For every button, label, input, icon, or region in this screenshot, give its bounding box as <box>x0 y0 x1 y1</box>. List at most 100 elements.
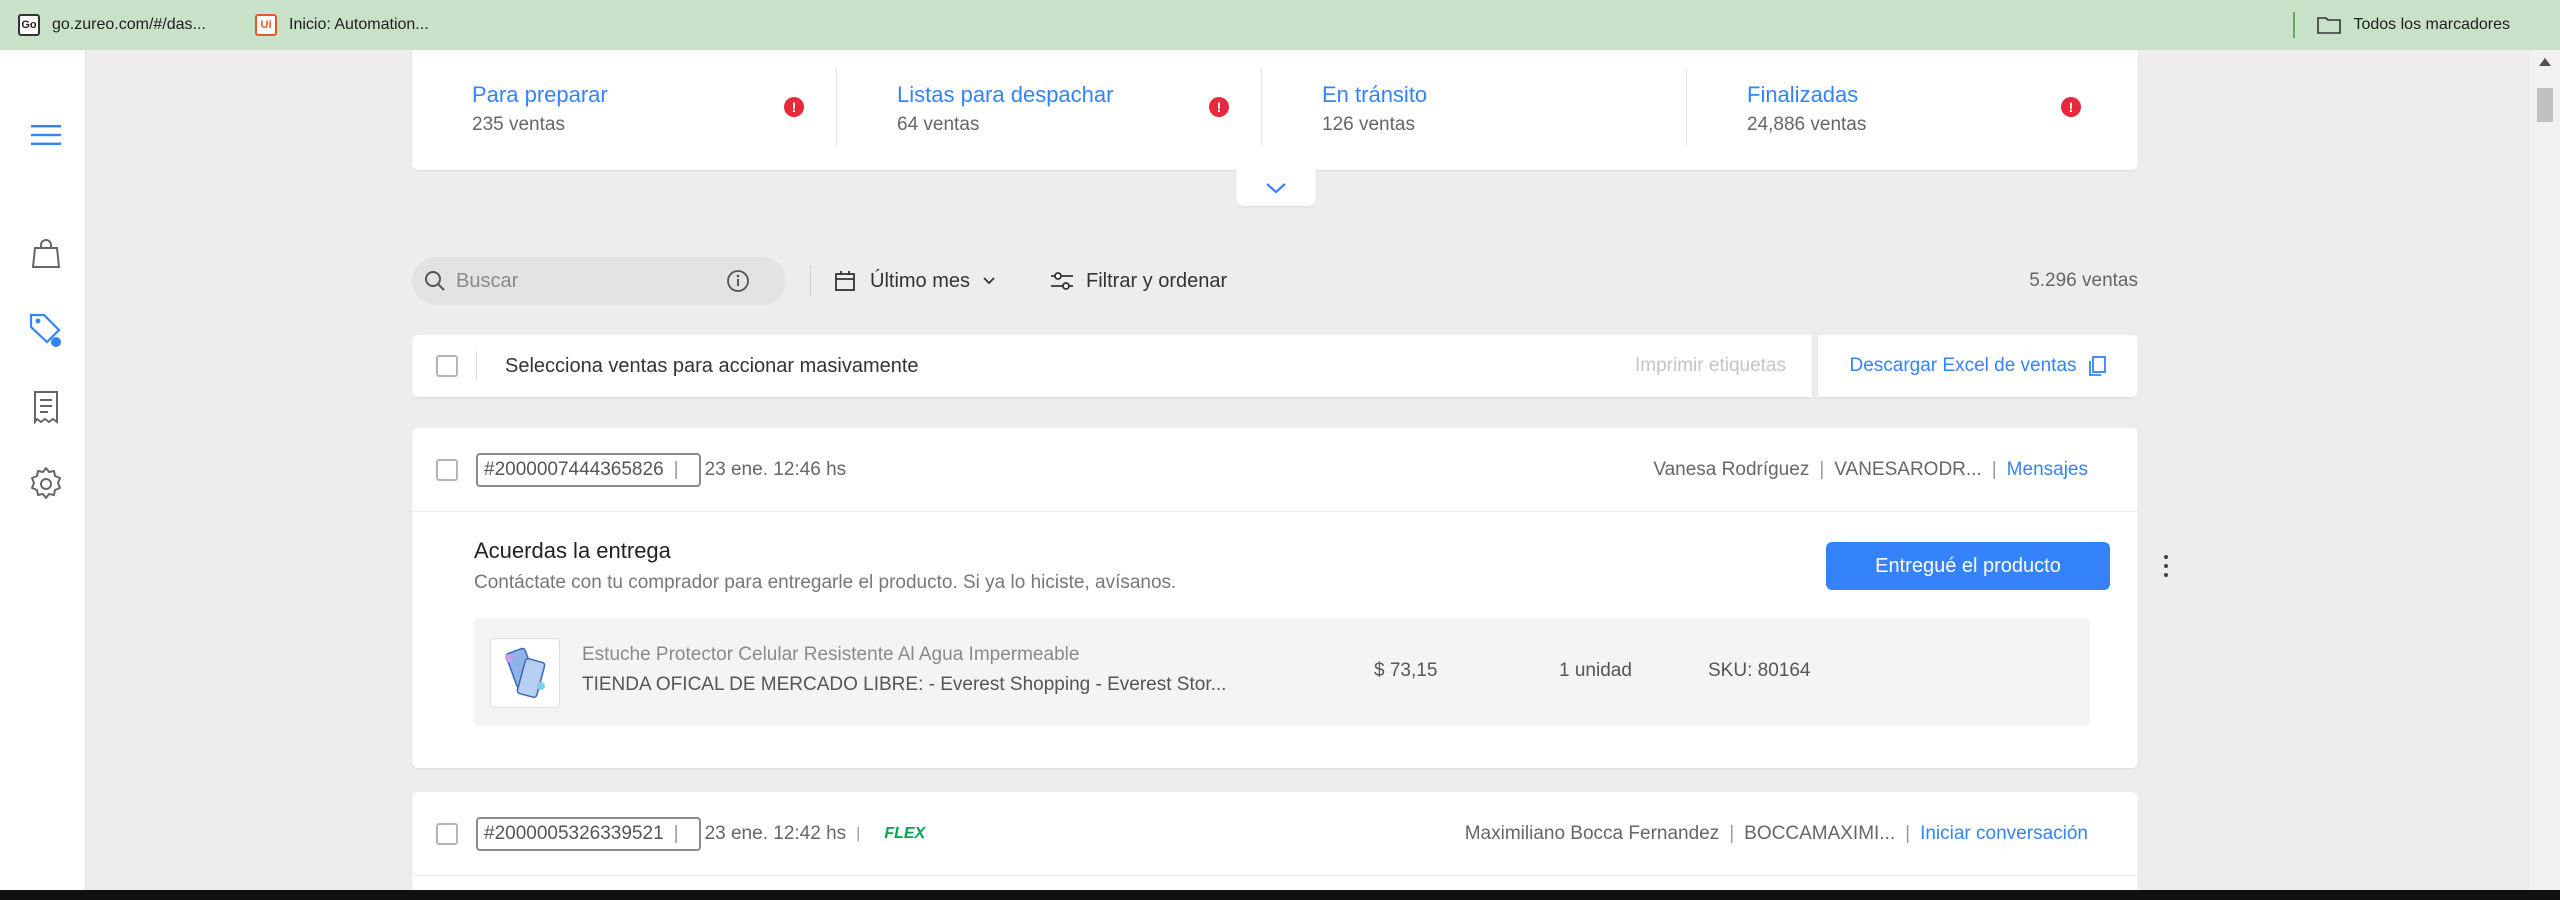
buyer-info: Vanesa Rodríguez | VANESARODR... | Mensa… <box>1653 459 2088 481</box>
bookmarks-bar: Go go.zureo.com/#/das... Ui Inicio: Auto… <box>0 0 2560 50</box>
order-card: #2000005326339521 | 23 ene. 12:42 hs | F… <box>412 792 2138 890</box>
chevron-down-icon <box>1266 183 1286 194</box>
order-checkbox[interactable] <box>436 458 458 481</box>
status-count: 24,886 ventas <box>1747 114 1867 135</box>
more-options-icon[interactable] <box>2156 550 2176 582</box>
receipt-icon <box>34 391 58 424</box>
separator: | <box>1905 822 1911 844</box>
copy-document-icon <box>2088 356 2106 376</box>
nav-settings[interactable] <box>26 464 66 504</box>
period-dropdown[interactable]: Último mes <box>834 257 996 305</box>
zureo-favicon-icon: Go <box>18 14 40 36</box>
delivery-status-description: Contáctate con tu comprador para entrega… <box>474 572 1177 593</box>
status-in-transit[interactable]: En tránsito 126 ventas <box>1262 50 1687 170</box>
sales-tag-icon <box>29 313 61 347</box>
period-label: Último mes <box>870 269 971 292</box>
buyer-nickname: BOCCAMAXIMI... <box>1744 822 1896 844</box>
bookmark-automation[interactable]: Ui Inicio: Automation... <box>255 0 429 50</box>
download-excel-text: Descargar Excel de ventas <box>1849 355 2077 376</box>
separator: | <box>1729 822 1735 844</box>
separator: | <box>673 458 679 480</box>
bulk-select-panel: Selecciona ventas para accionar masivame… <box>412 335 1812 397</box>
order-id[interactable]: #2000007444365826 | <box>476 452 701 487</box>
buyer-info: Maximiliano Bocca Fernandez | BOCCAMAXIM… <box>1465 823 2088 845</box>
search-input[interactable] <box>456 269 726 293</box>
alert-icon: ! <box>1209 97 1229 117</box>
bulk-label: Selecciona ventas para accionar masivame… <box>505 354 919 377</box>
status-title: Listas para despachar <box>897 82 1114 107</box>
chevron-down-icon <box>983 277 995 285</box>
divider <box>476 351 477 381</box>
folder-icon <box>2317 17 2342 34</box>
nav-sales[interactable] <box>26 310 66 350</box>
buyer-name: Maximiliano Bocca Fernandez <box>1464 822 1720 844</box>
bulk-actions-bar: Selecciona ventas para accionar masivame… <box>412 335 2138 397</box>
product-quantity: 1 unidad <box>1559 660 1632 681</box>
phone-case-image-icon <box>505 647 546 699</box>
product-delivered-button[interactable]: Entregué el producto <box>1826 542 2110 590</box>
order-header: #2000005326339521 | 23 ene. 12:42 hs | F… <box>412 792 2138 876</box>
order-id-text: #2000005326339521 <box>484 822 664 844</box>
order-card: #2000007444365826 | 23 ene. 12:46 hs Van… <box>412 428 2168 768</box>
status-finished[interactable]: Finalizadas 24,886 ventas ! <box>1687 50 2138 170</box>
status-ready-to-ship[interactable]: Listas para despachar 64 ventas ! <box>837 50 1262 170</box>
toolbar-divider <box>810 265 811 297</box>
sales-total: 5.296 ventas <box>2029 270 2138 291</box>
messages-link[interactable]: Mensajes <box>2007 459 2088 481</box>
separator: | <box>1991 458 1997 480</box>
order-id-text: #2000007444365826 <box>484 458 664 480</box>
bookmark-label: go.zureo.com/#/das... <box>52 16 206 33</box>
product-thumbnail[interactable] <box>490 638 560 708</box>
status-to-prepare[interactable]: Para preparar 235 ventas ! <box>412 50 837 170</box>
vertical-scrollbar[interactable] <box>2530 50 2560 890</box>
status-title: Para preparar <box>472 82 608 107</box>
select-all-checkbox[interactable] <box>436 355 458 377</box>
menu-icon <box>31 125 61 145</box>
nav-purchases[interactable] <box>26 233 66 273</box>
product-price: $ 73,15 <box>1374 660 1438 681</box>
window-bottom-edge <box>0 890 2560 900</box>
all-bookmarks-button[interactable]: Todos los marcadores <box>2293 0 2510 50</box>
all-bookmarks-label: Todos los marcadores <box>2353 16 2510 33</box>
status-title: En tránsito <box>1322 82 1428 107</box>
status-summary: Para preparar 235 ventas ! Listas para d… <box>412 50 2138 170</box>
uipath-favicon-icon: Ui <box>255 14 277 36</box>
order-date: 23 ene. 12:42 hs <box>704 822 847 844</box>
start-conversation-link[interactable]: Iniciar conversación <box>1920 823 2088 845</box>
bookmark-label: Inicio: Automation... <box>289 16 429 33</box>
search-box[interactable] <box>412 257 786 305</box>
download-excel-button[interactable]: Descargar Excel de ventas <box>1818 335 2138 397</box>
product-store: TIENDA OFICAL DE MERCADO LIBRE: - Everes… <box>582 674 1227 695</box>
separator: | <box>673 822 679 844</box>
order-date: 23 ene. 12:46 hs <box>704 458 847 480</box>
order-header: #2000007444365826 | 23 ene. 12:46 hs Van… <box>412 428 2138 512</box>
print-labels-button[interactable]: Imprimir etiquetas <box>1635 355 1786 377</box>
download-excel-label: Descargar Excel de ventas <box>1849 355 2106 377</box>
shopping-bag-icon <box>31 239 61 268</box>
status-count: 235 ventas <box>472 114 565 135</box>
status-count: 126 ventas <box>1322 114 1415 135</box>
scroll-thumb[interactable] <box>2537 88 2553 122</box>
filter-sliders-icon <box>1051 272 1073 290</box>
product-sku: SKU: 80164 <box>1708 660 1811 681</box>
nav-billing[interactable] <box>26 387 66 427</box>
flex-shipping-badge: FLEX <box>884 824 926 842</box>
calendar-icon <box>835 271 855 291</box>
order-checkbox[interactable] <box>436 822 458 845</box>
scroll-up-arrow-icon[interactable] <box>2539 58 2551 66</box>
filter-label: Filtrar y ordenar <box>1086 269 1228 292</box>
menu-button[interactable] <box>26 115 66 155</box>
main-content: Para preparar 235 ventas ! Listas para d… <box>86 50 2530 890</box>
info-icon[interactable] <box>726 269 750 293</box>
settings-icon <box>31 467 61 499</box>
bookmark-zureo[interactable]: Go go.zureo.com/#/das... <box>18 0 206 50</box>
separator: | <box>1819 458 1825 480</box>
delivery-status-title: Acuerdas la entrega <box>474 538 671 563</box>
separator: | <box>856 824 861 842</box>
order-id[interactable]: #2000005326339521 | <box>476 816 701 851</box>
product-row: Estuche Protector Celular Resistente Al … <box>474 618 2090 726</box>
product-title[interactable]: Estuche Protector Celular Resistente Al … <box>582 644 1079 666</box>
filter-sort-button[interactable]: Filtrar y ordenar <box>1050 257 1227 305</box>
expand-status-button[interactable] <box>1236 170 1316 206</box>
status-count: 64 ventas <box>897 114 980 135</box>
